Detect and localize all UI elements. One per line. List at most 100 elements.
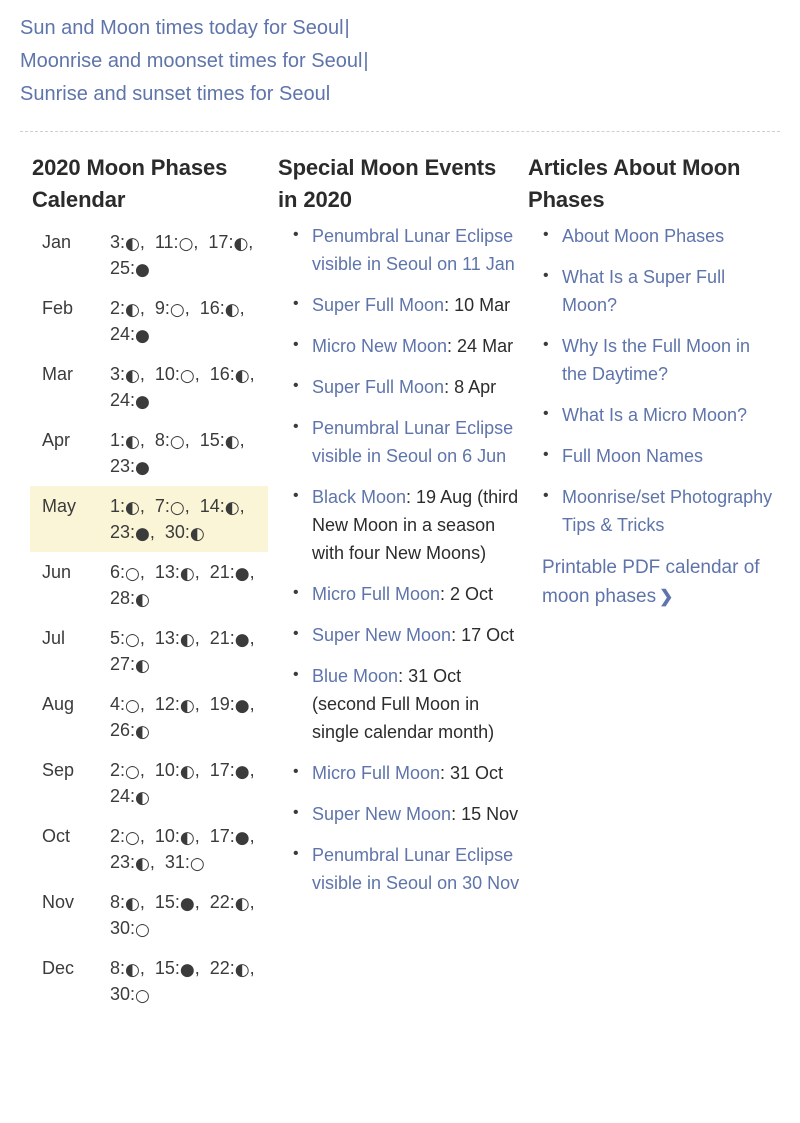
phase-separator: , (139, 496, 155, 516)
moon-full-icon: ○ (189, 854, 205, 874)
article-link[interactable]: Why Is the Full Moon in the Daytime? (562, 336, 750, 384)
moon-quarter-icon: ◐ (179, 828, 195, 848)
chevron-right-icon: ❯ (659, 587, 674, 606)
list-item: Full Moon Names (543, 441, 780, 470)
events-heading: Special Moon Events in 2020 (278, 155, 497, 212)
event-link[interactable]: Blue Moon (312, 666, 398, 686)
moon-new-icon: ● (179, 960, 195, 980)
phase-separator: , (149, 852, 165, 872)
phase-day: 17: (208, 232, 234, 252)
phase-day: 6: (110, 562, 126, 582)
moon-phase-entry: 11:○ (155, 232, 194, 253)
phase-separator: , (239, 298, 250, 318)
phase-separator: , (139, 892, 155, 912)
month-phase-entries: 5:○, 13:◐, 21:●, 27:◐ (110, 618, 268, 684)
event-link[interactable]: Micro New Moon (312, 336, 447, 356)
event-link[interactable]: Penumbral Lunar Eclipse visible in Seoul… (312, 226, 515, 274)
month-phase-entries: 1:◐, 7:○, 14:◐, 23:●, 30:◐ (110, 486, 268, 552)
event-link[interactable]: Black Moon (312, 487, 406, 507)
event-link[interactable]: Micro Full Moon (312, 584, 440, 604)
phase-separator: , (193, 232, 209, 252)
table-row: Aug 4:○, 12:◐, 19:●, 26:◐ (30, 684, 268, 750)
article-link[interactable]: What Is a Super Full Moon? (562, 267, 725, 315)
article-link[interactable]: Moonrise/set Photography Tips & Tricks (562, 487, 772, 535)
moon-phase-entry: 25:● (110, 258, 150, 279)
moon-phase-entry: 15:● (155, 892, 195, 913)
moon-quarter-icon: ◐ (125, 234, 140, 254)
phase-day: 31: (164, 852, 190, 872)
phase-day: 14: (199, 496, 225, 516)
moon-phase-entry: 30:○ (110, 918, 150, 939)
moon-quarter-icon: ◐ (179, 564, 195, 584)
article-link[interactable]: Full Moon Names (562, 446, 703, 466)
moon-full-icon: ○ (125, 696, 140, 716)
link-moonrise-moonset-times[interactable]: Moonrise and moonset times for Seoul (20, 50, 362, 72)
moon-phase-entry: 24:◐ (110, 786, 150, 808)
phase-day: 21: (209, 628, 235, 648)
table-row: Nov 8:◐, 15:●, 22:◐, 30:○ (30, 882, 268, 948)
event-link[interactable]: Micro Full Moon (312, 763, 440, 783)
link-sun-moon-times-today[interactable]: Sun and Moon times today for Seoul (20, 17, 344, 39)
moon-phase-entry: 30:○ (110, 984, 150, 1006)
phase-day: 13: (154, 562, 180, 582)
articles-list: About Moon Phases What Is a Super Full Mo… (528, 221, 780, 539)
moon-new-icon: ● (135, 326, 150, 346)
list-item: Why Is the Full Moon in the Daytime? (543, 331, 780, 388)
printable-pdf-calendar-link[interactable]: Printable PDF calendar of moon phases ❯ (542, 557, 760, 607)
phase-separator: , (139, 430, 155, 450)
moon-phase-entry: 23:● (110, 456, 150, 478)
moon-full-icon: ○ (135, 986, 150, 1006)
event-link[interactable]: Super New Moon (312, 625, 451, 645)
month-phase-entries: 1:◐, 8:○, 15:◐, 23:● (110, 420, 268, 486)
table-row: Dec 8:◐, 15:●, 22:◐, 30:○ (30, 948, 268, 1014)
printable-pdf-calendar-link-wrap: Printable PDF calendar of moon phases ❯ (542, 553, 780, 611)
moon-quarter-icon: ◐ (224, 432, 240, 452)
event-link[interactable]: Super Full Moon (312, 377, 444, 397)
moon-new-icon: ● (135, 458, 150, 478)
event-link[interactable]: Penumbral Lunar Eclipse visible in Seoul… (312, 845, 519, 893)
phase-day: 23: (110, 456, 136, 476)
moon-quarter-icon: ◐ (125, 300, 140, 320)
moon-phase-entry: 13:◐ (154, 562, 195, 584)
phase-day: 24: (110, 324, 136, 344)
event-detail-text: : 2 Oct (440, 584, 494, 604)
article-link[interactable]: About Moon Phases (562, 226, 724, 246)
table-row: Sep 2:○, 10:◐, 17:●, 24:◐ (30, 750, 268, 816)
month-label: Feb (42, 298, 74, 318)
moon-phase-entry: 19:● (209, 694, 250, 715)
moon-phases-table: Jan 3:◐, 11:○, 17:◐, 25:● Feb 2:◐, 9:○, 16:… (30, 222, 268, 1014)
moon-phase-entry: 24:● (110, 324, 150, 346)
month-label: Aug (42, 694, 75, 714)
list-item: Blue Moon: 31 Oct (second Full Moon in s… (293, 661, 520, 746)
moon-quarter-icon: ◐ (125, 432, 140, 452)
list-item: Super Full Moon: 10 Mar (293, 290, 520, 319)
moon-quarter-icon: ◐ (135, 788, 150, 808)
phase-separator: , (239, 430, 250, 450)
top-link-row-1: Sun and Moon times today for Seoul| (20, 12, 780, 45)
event-link[interactable]: Super Full Moon (312, 295, 444, 315)
phase-separator: , (184, 496, 200, 516)
phase-separator: , (249, 958, 260, 978)
moon-full-icon: ○ (179, 366, 195, 386)
phase-day: 7: (154, 496, 170, 516)
link-sunrise-sunset-times[interactable]: Sunrise and sunset times for Seoul (20, 83, 330, 105)
phase-day: 3: (110, 364, 126, 384)
top-link-separator-1: | (344, 17, 350, 39)
moon-phase-entry: 10:○ (155, 364, 195, 386)
phase-day: 13: (154, 628, 180, 648)
article-link[interactable]: What Is a Micro Moon? (562, 405, 747, 425)
month-phase-entries: 3:◐, 11:○, 17:◐, 25:● (110, 222, 268, 288)
event-link[interactable]: Super New Moon (312, 804, 451, 824)
moon-phase-entry: 16:◐ (200, 298, 240, 319)
phase-day: 4: (110, 694, 126, 714)
phase-separator: , (139, 958, 155, 978)
phase-day: 10: (154, 760, 180, 780)
phase-day: 15: (154, 958, 180, 978)
moon-full-icon: ○ (169, 498, 185, 518)
event-link[interactable]: Penumbral Lunar Eclipse visible in Seoul… (312, 418, 513, 466)
moon-quarter-icon: ◐ (135, 590, 150, 610)
phase-day: 19: (209, 694, 235, 714)
list-item: Super New Moon: 15 Nov (293, 799, 520, 828)
phase-day: 10: (154, 826, 180, 846)
phase-day: 28: (110, 588, 136, 608)
